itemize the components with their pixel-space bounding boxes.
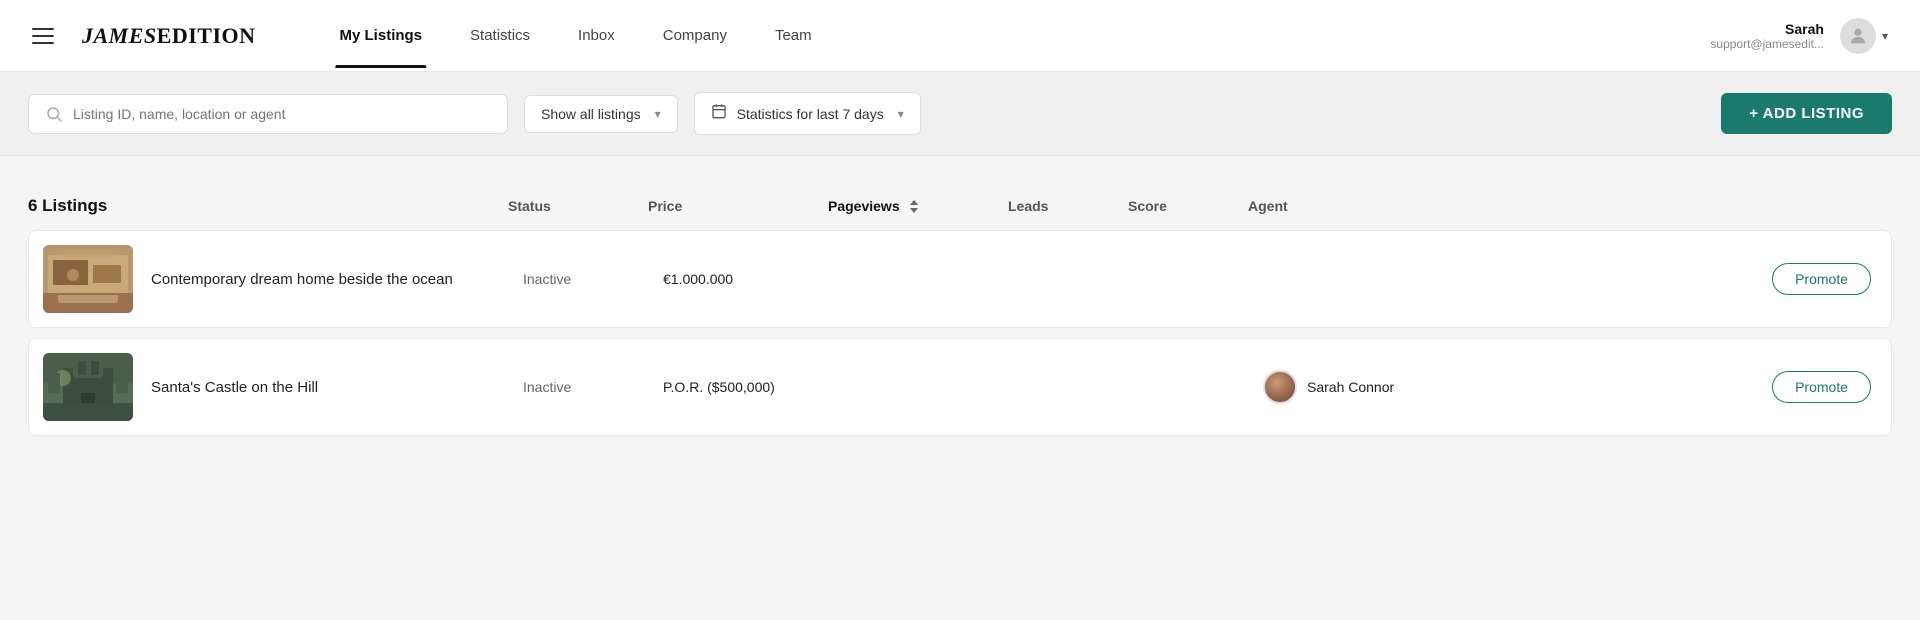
- user-info: Sarah support@jamesedit...: [1710, 21, 1824, 51]
- avatar: [1840, 18, 1876, 54]
- promote-button[interactable]: Promote: [1772, 371, 1871, 403]
- listing-price: P.O.R. ($500,000): [663, 379, 843, 395]
- col-header-status: Status: [508, 198, 648, 214]
- hamburger-icon[interactable]: [28, 24, 58, 48]
- header: JamesEdition My Listings Statistics Inbo…: [0, 0, 1920, 72]
- logo: JamesEdition: [82, 23, 256, 49]
- nav-item-my-listings[interactable]: My Listings: [316, 3, 447, 68]
- show-listings-chevron-icon: ▾: [655, 107, 661, 121]
- main-nav: My Listings Statistics Inbox Company Tea…: [316, 3, 836, 68]
- col-header-price: Price: [648, 198, 828, 214]
- statistics-label: Statistics for last 7 days: [737, 106, 884, 122]
- user-name: Sarah: [1710, 21, 1824, 37]
- add-listing-button[interactable]: + ADD LISTING: [1721, 93, 1892, 134]
- header-left: JamesEdition: [28, 23, 256, 49]
- promote-button[interactable]: Promote: [1772, 263, 1871, 295]
- listing-price: €1.000.000: [663, 271, 843, 287]
- calendar-svg: [711, 103, 727, 119]
- nav-item-company[interactable]: Company: [639, 3, 751, 68]
- search-svg: [45, 105, 63, 123]
- search-input[interactable]: [73, 106, 491, 122]
- search-icon: [45, 105, 63, 123]
- listing-image-svg: [43, 353, 133, 421]
- listing-thumbnail: [43, 353, 133, 421]
- listing-name: Contemporary dream home beside the ocean: [133, 271, 523, 288]
- user-email: support@jamesedit...: [1710, 37, 1824, 51]
- calendar-icon: [711, 103, 727, 124]
- col-header-agent: Agent: [1248, 198, 1892, 214]
- listing-agent: Sarah Connor: [1263, 370, 1772, 404]
- nav-item-team[interactable]: Team: [751, 3, 836, 68]
- col-header-pageviews[interactable]: Pageviews: [828, 198, 1008, 214]
- sort-icon: [910, 200, 918, 213]
- listing-thumbnail: [43, 245, 133, 313]
- chevron-down-icon: ▾: [1882, 29, 1888, 43]
- show-listings-label: Show all listings: [541, 106, 641, 122]
- header-right: Sarah support@jamesedit... ▾: [1710, 14, 1892, 58]
- statistics-chevron-icon: ▾: [898, 107, 904, 121]
- listing-image-svg: [43, 245, 133, 313]
- listing-status: Inactive: [523, 271, 663, 287]
- user-icon: [1847, 25, 1869, 47]
- agent-avatar: [1263, 370, 1297, 404]
- table-row: Santa's Castle on the Hill Inactive P.O.…: [28, 338, 1892, 436]
- col-header-leads: Leads: [1008, 198, 1128, 214]
- table-columns: Status Price Pageviews Leads Score Agent: [508, 198, 1892, 214]
- listing-count: 6 Listings: [28, 196, 508, 216]
- search-box: [28, 94, 508, 134]
- listing-status: Inactive: [523, 379, 663, 395]
- agent-name: Sarah Connor: [1307, 379, 1394, 395]
- statistics-dropdown[interactable]: Statistics for last 7 days ▾: [694, 92, 921, 135]
- nav-item-statistics[interactable]: Statistics: [446, 3, 554, 68]
- user-avatar-button[interactable]: ▾: [1836, 14, 1892, 58]
- show-listings-dropdown[interactable]: Show all listings ▾: [524, 95, 678, 133]
- table-row: Contemporary dream home beside the ocean…: [28, 230, 1892, 328]
- nav-item-inbox[interactable]: Inbox: [554, 3, 639, 68]
- toolbar: Show all listings ▾ Statistics for last …: [0, 72, 1920, 156]
- col-header-score: Score: [1128, 198, 1248, 214]
- content-area: 6 Listings Status Price Pageviews Leads …: [0, 156, 1920, 436]
- listing-name: Santa's Castle on the Hill: [133, 379, 523, 396]
- table-header: 6 Listings Status Price Pageviews Leads …: [28, 184, 1892, 228]
